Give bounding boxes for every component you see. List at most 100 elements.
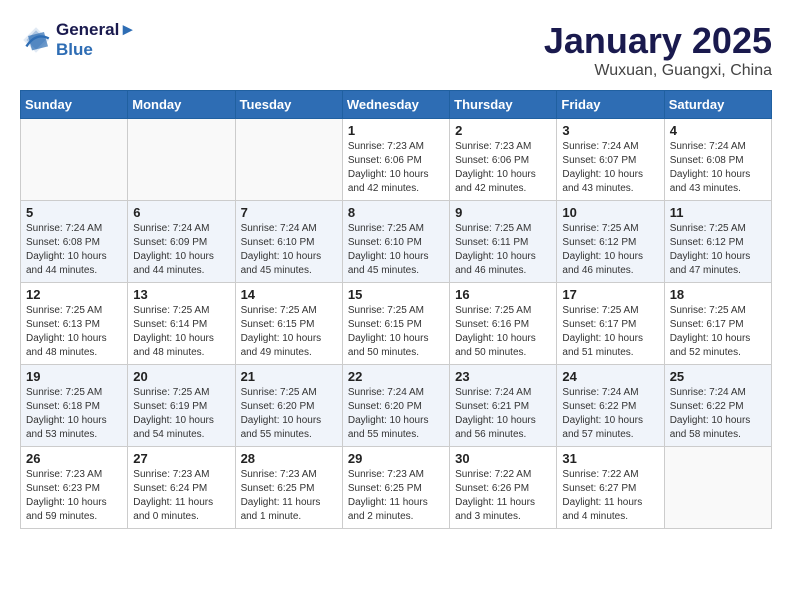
- calendar-cell: 13Sunrise: 7:25 AMSunset: 6:14 PMDayligh…: [128, 283, 235, 365]
- day-info: Sunrise: 7:23 AMSunset: 6:25 PMDaylight:…: [241, 468, 337, 524]
- day-number: 27: [133, 451, 229, 466]
- calendar-cell: 12Sunrise: 7:25 AMSunset: 6:13 PMDayligh…: [21, 283, 128, 365]
- calendar-cell: 27 Sunrise: 7:23 AMSunset: 6:24 PMDayligh…: [128, 447, 235, 529]
- calendar-cell: 3 Sunrise: 7:24 AMSunset: 6:07 PMDaylight…: [557, 119, 664, 201]
- calendar-cell: 8 Sunrise: 7:25 AMSunset: 6:10 PMDaylight…: [342, 201, 449, 283]
- calendar-cell: 5 Sunrise: 7:24 AMSunset: 6:08 PMDaylight…: [21, 201, 128, 283]
- calendar-cell: 4Sunrise: 7:24 AMSunset: 6:08 PMDaylight…: [664, 119, 771, 201]
- day-number: 5: [26, 205, 122, 220]
- title-block: January 2025 Wuxuan, Guangxi, China: [544, 20, 772, 80]
- day-number: 6: [133, 205, 229, 220]
- day-info: Sunrise: 7:25 AMSunset: 6:10 PMDaylight:…: [348, 222, 444, 278]
- calendar-cell: 23Sunrise: 7:24 AMSunset: 6:21 PMDayligh…: [450, 365, 557, 447]
- calendar-table: SundayMondayTuesdayWednesdayThursdayFrid…: [20, 90, 772, 529]
- day-info: Sunrise: 7:25 AMSunset: 6:12 PMDaylight:…: [670, 222, 766, 278]
- calendar-cell: 14 Sunrise: 7:25 AMSunset: 6:15 PMDayligh…: [235, 283, 342, 365]
- day-info: Sunrise: 7:24 AMSunset: 6:08 PMDaylight:…: [26, 222, 122, 278]
- day-info: Sunrise: 7:25 AMSunset: 6:11 PMDaylight:…: [455, 222, 551, 278]
- day-info: Sunrise: 7:25 AMSunset: 6:15 PMDaylight:…: [241, 304, 337, 360]
- day-info: Sunrise: 7:23 AMSunset: 6:25 PMDaylight:…: [348, 468, 444, 524]
- day-number: 31: [562, 451, 658, 466]
- day-info: Sunrise: 7:24 AMSunset: 6:09 PMDaylight:…: [133, 222, 229, 278]
- day-info: Sunrise: 7:25 AMSunset: 6:17 PMDaylight:…: [670, 304, 766, 360]
- calendar-cell: [664, 447, 771, 529]
- day-info: Sunrise: 7:24 AMSunset: 6:07 PMDaylight:…: [562, 140, 658, 196]
- day-info: Sunrise: 7:23 AMSunset: 6:23 PMDaylight:…: [26, 468, 122, 524]
- day-number: 28: [241, 451, 337, 466]
- day-number: 23: [455, 369, 551, 384]
- calendar-cell: 9Sunrise: 7:25 AMSunset: 6:11 PMDaylight…: [450, 201, 557, 283]
- day-info: Sunrise: 7:24 AMSunset: 6:20 PMDaylight:…: [348, 386, 444, 442]
- weekday-header-monday: Monday: [128, 91, 235, 119]
- calendar-cell: 21 Sunrise: 7:25 AMSunset: 6:20 PMDayligh…: [235, 365, 342, 447]
- calendar-cell: 26 Sunrise: 7:23 AMSunset: 6:23 PMDayligh…: [21, 447, 128, 529]
- day-number: 26: [26, 451, 122, 466]
- day-number: 1: [348, 123, 444, 138]
- day-info: Sunrise: 7:25 AMSunset: 6:14 PMDaylight:…: [133, 304, 229, 360]
- day-number: 21: [241, 369, 337, 384]
- day-number: 20: [133, 369, 229, 384]
- weekday-header-tuesday: Tuesday: [235, 91, 342, 119]
- calendar-cell: 6 Sunrise: 7:24 AMSunset: 6:09 PMDaylight…: [128, 201, 235, 283]
- calendar-cell: 28 Sunrise: 7:23 AMSunset: 6:25 PMDayligh…: [235, 447, 342, 529]
- day-info: Sunrise: 7:23 AMSunset: 6:06 PMDaylight:…: [348, 140, 444, 196]
- calendar-cell: 10 Sunrise: 7:25 AMSunset: 6:12 PMDayligh…: [557, 201, 664, 283]
- calendar-cell: 2 Sunrise: 7:23 AMSunset: 6:06 PMDaylight…: [450, 119, 557, 201]
- day-info: Sunrise: 7:25 AMSunset: 6:18 PMDaylight:…: [26, 386, 122, 442]
- calendar-cell: 24 Sunrise: 7:24 AMSunset: 6:22 PMDayligh…: [557, 365, 664, 447]
- calendar-cell: 11 Sunrise: 7:25 AMSunset: 6:12 PMDayligh…: [664, 201, 771, 283]
- calendar-cell: 22Sunrise: 7:24 AMSunset: 6:20 PMDayligh…: [342, 365, 449, 447]
- calendar-cell: 31 Sunrise: 7:22 AMSunset: 6:27 PMDayligh…: [557, 447, 664, 529]
- day-number: 15: [348, 287, 444, 302]
- calendar-cell: 30 Sunrise: 7:22 AMSunset: 6:26 PMDayligh…: [450, 447, 557, 529]
- day-number: 29: [348, 451, 444, 466]
- calendar-week-row: 26 Sunrise: 7:23 AMSunset: 6:23 PMDayligh…: [21, 447, 772, 529]
- day-number: 10: [562, 205, 658, 220]
- day-info: Sunrise: 7:25 AMSunset: 6:17 PMDaylight:…: [562, 304, 658, 360]
- weekday-header-thursday: Thursday: [450, 91, 557, 119]
- calendar-week-row: 19 Sunrise: 7:25 AMSunset: 6:18 PMDayligh…: [21, 365, 772, 447]
- weekday-header-wednesday: Wednesday: [342, 91, 449, 119]
- calendar-week-row: 5 Sunrise: 7:24 AMSunset: 6:08 PMDaylight…: [21, 201, 772, 283]
- day-number: 19: [26, 369, 122, 384]
- calendar-cell: 25Sunrise: 7:24 AMSunset: 6:22 PMDayligh…: [664, 365, 771, 447]
- weekday-header-friday: Friday: [557, 91, 664, 119]
- day-number: 2: [455, 123, 551, 138]
- day-number: 14: [241, 287, 337, 302]
- day-info: Sunrise: 7:24 AMSunset: 6:10 PMDaylight:…: [241, 222, 337, 278]
- day-info: Sunrise: 7:25 AMSunset: 6:19 PMDaylight:…: [133, 386, 229, 442]
- calendar-week-row: 1 Sunrise: 7:23 AMSunset: 6:06 PMDaylight…: [21, 119, 772, 201]
- day-number: 18: [670, 287, 766, 302]
- day-info: Sunrise: 7:24 AMSunset: 6:22 PMDaylight:…: [562, 386, 658, 442]
- day-info: Sunrise: 7:22 AMSunset: 6:27 PMDaylight:…: [562, 468, 658, 524]
- day-info: Sunrise: 7:23 AMSunset: 6:06 PMDaylight:…: [455, 140, 551, 196]
- location: Wuxuan, Guangxi, China: [544, 62, 772, 80]
- logo-text: General► Blue: [56, 20, 136, 60]
- day-info: Sunrise: 7:25 AMSunset: 6:12 PMDaylight:…: [562, 222, 658, 278]
- weekday-header-sunday: Sunday: [21, 91, 128, 119]
- day-number: 8: [348, 205, 444, 220]
- day-number: 7: [241, 205, 337, 220]
- day-info: Sunrise: 7:24 AMSunset: 6:08 PMDaylight:…: [670, 140, 766, 196]
- month-title: January 2025: [544, 20, 772, 62]
- day-number: 16: [455, 287, 551, 302]
- day-info: Sunrise: 7:22 AMSunset: 6:26 PMDaylight:…: [455, 468, 551, 524]
- day-info: Sunrise: 7:25 AMSunset: 6:20 PMDaylight:…: [241, 386, 337, 442]
- day-number: 11: [670, 205, 766, 220]
- day-info: Sunrise: 7:24 AMSunset: 6:22 PMDaylight:…: [670, 386, 766, 442]
- day-number: 3: [562, 123, 658, 138]
- day-info: Sunrise: 7:25 AMSunset: 6:16 PMDaylight:…: [455, 304, 551, 360]
- calendar-cell: 29 Sunrise: 7:23 AMSunset: 6:25 PMDayligh…: [342, 447, 449, 529]
- calendar-cell: [21, 119, 128, 201]
- calendar-cell: 15Sunrise: 7:25 AMSunset: 6:15 PMDayligh…: [342, 283, 449, 365]
- logo: General► Blue: [20, 20, 136, 60]
- day-number: 24: [562, 369, 658, 384]
- calendar-cell: [235, 119, 342, 201]
- day-number: 12: [26, 287, 122, 302]
- weekday-header-row: SundayMondayTuesdayWednesdayThursdayFrid…: [21, 91, 772, 119]
- day-number: 30: [455, 451, 551, 466]
- calendar-cell: 1 Sunrise: 7:23 AMSunset: 6:06 PMDaylight…: [342, 119, 449, 201]
- day-info: Sunrise: 7:23 AMSunset: 6:24 PMDaylight:…: [133, 468, 229, 524]
- weekday-header-saturday: Saturday: [664, 91, 771, 119]
- calendar-cell: 17Sunrise: 7:25 AMSunset: 6:17 PMDayligh…: [557, 283, 664, 365]
